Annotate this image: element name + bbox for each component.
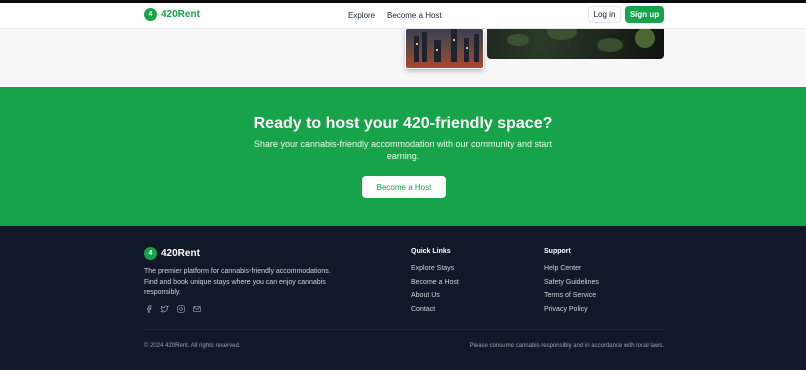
site-footer: 4 420Rent The premier platform for canna… [0,226,806,370]
link-privacy[interactable]: Privacy Policy [544,306,588,313]
cta-subtitle: Share your cannabis-friendly accommodati… [253,139,553,161]
link-contact[interactable]: Contact [411,306,435,313]
link-become-host[interactable]: Become a Host [411,279,459,286]
link-about-us[interactable]: About Us [411,292,440,299]
responsibility-notice: Please consume cannabis responsibly and … [469,343,664,349]
social-links [144,304,201,313]
instagram-icon[interactable] [176,304,185,313]
facebook-icon[interactable] [144,304,153,313]
login-button[interactable]: Log in [588,6,621,23]
site-header: 4 420Rent Explore Become a Host Log in S… [0,3,806,29]
logo-text: 420Rent [161,9,200,20]
logo-badge: 4 [144,8,157,21]
listing-photo-city[interactable] [405,28,484,69]
signup-button[interactable]: Sign up [625,6,664,23]
footer-description: The premier platform for cannabis-friend… [144,268,331,296]
nav-explore[interactable]: Explore [348,11,375,20]
become-host-button[interactable]: Become a Host [362,176,446,198]
link-help-center[interactable]: Help Center [544,265,581,272]
support-title: Support [544,248,571,255]
link-safety-guidelines[interactable]: Safety Guidelines [544,279,599,286]
copyright: © 2024 420Rent. All rights reserved. [144,343,241,349]
link-explore-stays[interactable]: Explore Stays [411,265,454,272]
footer-divider [144,329,664,330]
logo[interactable]: 4 420Rent [144,8,200,21]
twitter-icon[interactable] [160,304,169,313]
logo-text: 420Rent [161,248,200,259]
host-cta-section: Ready to host your 420-friendly space? S… [0,87,806,226]
nav-become-host[interactable]: Become a Host [387,11,442,20]
quick-links-title: Quick Links [411,248,451,255]
cta-title: Ready to host your 420-friendly space? [253,115,553,132]
mail-icon[interactable] [192,304,201,313]
link-terms[interactable]: Terms of Service [544,292,596,299]
logo-badge: 4 [144,247,157,260]
listing-photo-plants[interactable] [487,28,664,59]
footer-logo[interactable]: 4 420Rent [144,247,200,260]
